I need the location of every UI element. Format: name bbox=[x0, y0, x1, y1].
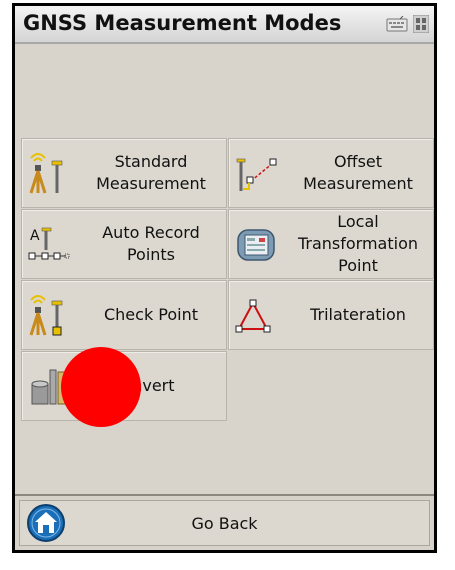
keyboard-icon[interactable] bbox=[386, 16, 408, 32]
tile-label: Local Transformation Point bbox=[297, 212, 419, 275]
svg-text:A: A bbox=[30, 228, 40, 244]
transformation-icon bbox=[237, 229, 275, 261]
go-back-label: Go Back bbox=[191, 513, 258, 533]
tile-label: Trilateration bbox=[310, 305, 406, 324]
auto-record-points-button[interactable]: A Auto Record Points bbox=[21, 209, 227, 279]
windows-logo-icon[interactable] bbox=[413, 15, 429, 33]
tile-label: Standard Measurement bbox=[96, 152, 206, 193]
check-point-icon bbox=[29, 295, 63, 336]
trilateration-icon bbox=[235, 299, 271, 333]
standard-measurement-button[interactable]: Standard Measurement bbox=[21, 138, 227, 208]
offset-measurement-button[interactable]: Offset Measurement bbox=[228, 138, 434, 208]
tripod-rover-icon bbox=[29, 153, 63, 194]
tile-label: Check Point bbox=[103, 305, 199, 324]
window-title: GNSS Measurement Modes bbox=[23, 11, 342, 35]
footer-bar: Go Back bbox=[15, 494, 434, 550]
offset-icon bbox=[236, 158, 277, 191]
trilateration-button[interactable]: Trilateration bbox=[228, 280, 434, 350]
red-circle-overlay bbox=[61, 347, 141, 427]
tile-label: Auto Record Points bbox=[102, 223, 200, 264]
app-window: GNSS Measurement Modes Standard Measurem… bbox=[12, 3, 437, 553]
auto-record-icon: A bbox=[28, 227, 70, 260]
go-back-button[interactable]: Go Back bbox=[19, 500, 430, 546]
local-transformation-point-button[interactable]: Local Transformation Point bbox=[228, 209, 434, 279]
tile-label: Offset Measurement bbox=[303, 152, 413, 193]
title-bar: GNSS Measurement Modes bbox=[15, 6, 434, 44]
check-point-button[interactable]: Check Point bbox=[21, 280, 227, 350]
